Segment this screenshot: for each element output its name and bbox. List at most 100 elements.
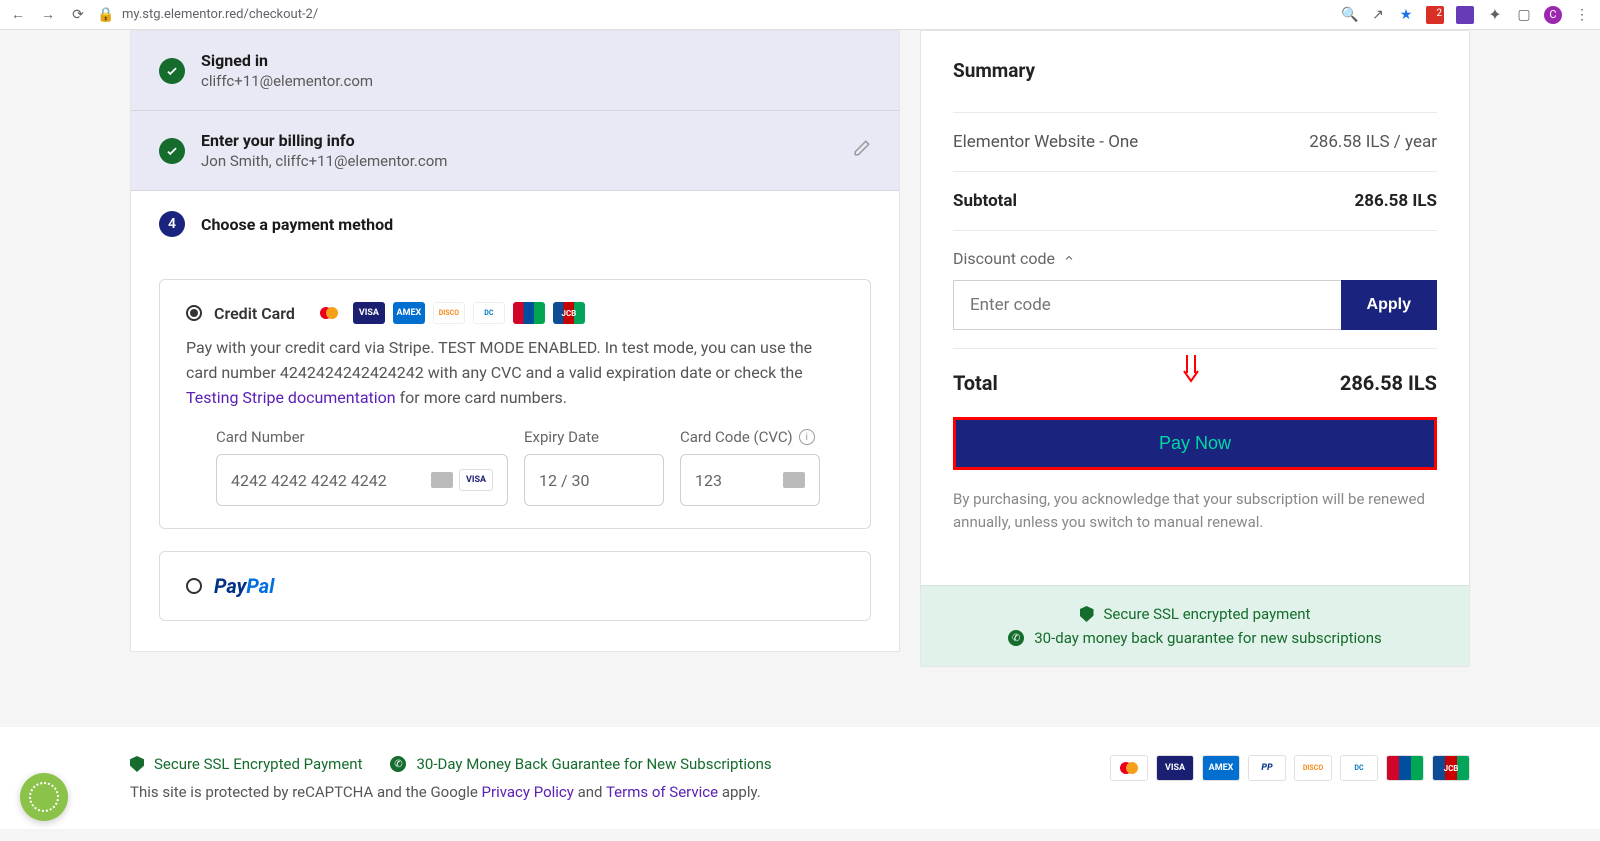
edit-billing-icon[interactable] bbox=[853, 139, 871, 162]
discover-icon: DISCO bbox=[1294, 755, 1332, 781]
payment-title: Choose a payment method bbox=[201, 215, 871, 234]
payment-option-paypal[interactable]: PayPal bbox=[159, 551, 871, 621]
diners-icon: DC bbox=[1340, 755, 1378, 781]
shield-icon bbox=[1080, 606, 1094, 622]
zoom-icon[interactable]: 🔍 bbox=[1342, 7, 1358, 23]
profile-avatar[interactable]: C bbox=[1544, 6, 1562, 24]
footer: Secure SSL Encrypted Payment ✆ 30-Day Mo… bbox=[0, 727, 1600, 829]
total-row: Total 286.58 ILS bbox=[953, 349, 1437, 417]
browser-nav: ← → ⟳ bbox=[10, 7, 86, 23]
forward-button[interactable]: → bbox=[40, 7, 56, 23]
billing-sub: Jon Smith, cliffc+11@elementor.com bbox=[201, 152, 837, 170]
visa-detected-icon: VISA bbox=[459, 469, 493, 491]
bookmark-star-icon[interactable]: ★ bbox=[1398, 7, 1414, 23]
discount-row: Apply bbox=[953, 280, 1437, 330]
mastercard-icon bbox=[1110, 755, 1148, 781]
shield-icon bbox=[130, 756, 144, 772]
subtotal-label: Subtotal bbox=[953, 191, 1017, 211]
annotation-arrow-icon bbox=[1180, 353, 1202, 390]
diners-icon: DC bbox=[473, 302, 505, 324]
discover-icon: DISCO bbox=[433, 302, 465, 324]
item-name: Elementor Website - One bbox=[953, 132, 1138, 152]
apply-button[interactable]: Apply bbox=[1341, 280, 1437, 330]
step-number-badge: 4 bbox=[159, 211, 185, 237]
chevron-up-icon bbox=[1063, 249, 1075, 268]
radio-paypal[interactable] bbox=[186, 578, 202, 594]
total-label: Total bbox=[953, 371, 998, 395]
subtotal-row: Subtotal 286.58 ILS bbox=[953, 172, 1437, 230]
page: Signed in cliffc+11@elementor.com Enter … bbox=[0, 30, 1600, 841]
summary-title: Summary bbox=[953, 59, 1437, 82]
url-text: my.stg.elementor.red/checkout-2/ bbox=[122, 7, 318, 22]
credit-card-description: Pay with your credit card via Stripe. TE… bbox=[186, 336, 844, 410]
back-button[interactable]: ← bbox=[10, 7, 26, 23]
info-icon[interactable]: i bbox=[799, 429, 815, 445]
unionpay-icon bbox=[1386, 755, 1424, 781]
payment-option-credit-card[interactable]: Credit Card VISA AMEX DISCO DC JCB Pay w bbox=[159, 279, 871, 529]
checkout-container: Signed in cliffc+11@elementor.com Enter … bbox=[120, 30, 1480, 667]
menu-icon[interactable]: ⋮ bbox=[1574, 7, 1590, 23]
cookie-settings-widget[interactable] bbox=[20, 773, 68, 821]
subtotal-value: 286.58 ILS bbox=[1354, 191, 1437, 211]
check-icon bbox=[159, 58, 185, 84]
unionpay-icon bbox=[513, 302, 545, 324]
card-icon bbox=[431, 472, 453, 488]
cookie-icon bbox=[29, 782, 59, 812]
footer-payment-brands: VISA AMEX PP DISCO DC JCB bbox=[1110, 755, 1470, 781]
step-payment: 4 Choose a payment method bbox=[131, 191, 899, 257]
extensions-icon[interactable]: ✦ bbox=[1486, 6, 1504, 24]
check-icon bbox=[159, 138, 185, 164]
address-bar[interactable]: 🔒 my.stg.elementor.red/checkout-2/ bbox=[98, 7, 318, 23]
visa-icon: VISA bbox=[353, 302, 385, 324]
cvc-input[interactable]: 123 bbox=[680, 454, 820, 506]
amex-icon: AMEX bbox=[393, 302, 425, 324]
acknowledgement-text: By purchasing, you acknowledge that your… bbox=[953, 470, 1437, 557]
paynow-wrap: Pay Now bbox=[953, 417, 1437, 470]
radio-credit-card[interactable] bbox=[186, 305, 202, 321]
share-icon[interactable]: ↗ bbox=[1370, 7, 1386, 23]
secure-box: Secure SSL encrypted payment ✆ 30-day mo… bbox=[921, 585, 1469, 666]
privacy-link[interactable]: Privacy Policy bbox=[482, 783, 574, 801]
billing-title: Enter your billing info bbox=[201, 131, 837, 150]
footer-legal: This site is protected by reCAPTCHA and … bbox=[130, 783, 772, 801]
discount-input[interactable] bbox=[953, 280, 1341, 330]
panel-icon[interactable]: ▢ bbox=[1516, 7, 1532, 23]
browser-right-icons: 🔍 ↗ ★ ✦ ▢ C ⋮ bbox=[1342, 6, 1590, 24]
pay-now-button[interactable]: Pay Now bbox=[953, 417, 1437, 470]
footer-secure-ssl: Secure SSL Encrypted Payment bbox=[130, 755, 362, 773]
payment-body: Credit Card VISA AMEX DISCO DC JCB Pay w bbox=[131, 279, 899, 651]
signed-in-email: cliffc+11@elementor.com bbox=[201, 72, 871, 90]
summary-item-row: Elementor Website - One 286.58 ILS / yea… bbox=[953, 113, 1437, 171]
extension-icon-purple[interactable] bbox=[1456, 6, 1474, 24]
discount-toggle[interactable]: Discount code bbox=[953, 231, 1437, 280]
card-fields: Card Number 4242 4242 4242 4242 VISA Exp… bbox=[186, 428, 844, 506]
paypal-logo: PayPal bbox=[214, 574, 274, 598]
item-price: 286.58 ILS / year bbox=[1309, 132, 1437, 152]
mastercard-icon bbox=[313, 302, 345, 324]
total-value: 286.58 ILS bbox=[1340, 371, 1437, 395]
browser-bar: ← → ⟳ 🔒 my.stg.elementor.red/checkout-2/… bbox=[0, 0, 1600, 30]
signed-in-title: Signed in bbox=[201, 51, 871, 70]
order-summary: Summary Elementor Website - One 286.58 I… bbox=[920, 30, 1470, 667]
visa-icon: VISA bbox=[1156, 755, 1194, 781]
step-billing: Enter your billing info Jon Smith, cliff… bbox=[131, 111, 899, 190]
credit-card-label: Credit Card bbox=[214, 304, 295, 323]
secure-ssl-line: Secure SSL encrypted payment bbox=[921, 602, 1469, 626]
step-signed-in: Signed in cliffc+11@elementor.com bbox=[131, 31, 899, 110]
testing-docs-link[interactable]: Testing Stripe documentation bbox=[186, 388, 396, 407]
expiry-input[interactable]: 12 / 30 bbox=[524, 454, 664, 506]
card-icon bbox=[783, 472, 805, 488]
card-number-label: Card Number bbox=[216, 428, 508, 446]
extension-icon-red[interactable] bbox=[1426, 6, 1444, 24]
card-brands: VISA AMEX DISCO DC JCB bbox=[313, 302, 585, 324]
guarantee-line: ✆ 30-day money back guarantee for new su… bbox=[921, 626, 1469, 650]
jcb-icon: JCB bbox=[1432, 755, 1470, 781]
amex-icon: AMEX bbox=[1202, 755, 1240, 781]
card-number-input[interactable]: 4242 4242 4242 4242 VISA bbox=[216, 454, 508, 506]
tos-link[interactable]: Terms of Service bbox=[606, 783, 718, 801]
checkout-steps: Signed in cliffc+11@elementor.com Enter … bbox=[130, 30, 900, 652]
paypal-icon: PP bbox=[1248, 755, 1286, 781]
cvc-label: Card Code (CVC) i bbox=[680, 428, 820, 446]
reload-button[interactable]: ⟳ bbox=[70, 7, 86, 23]
phone-icon: ✆ bbox=[1008, 630, 1024, 646]
